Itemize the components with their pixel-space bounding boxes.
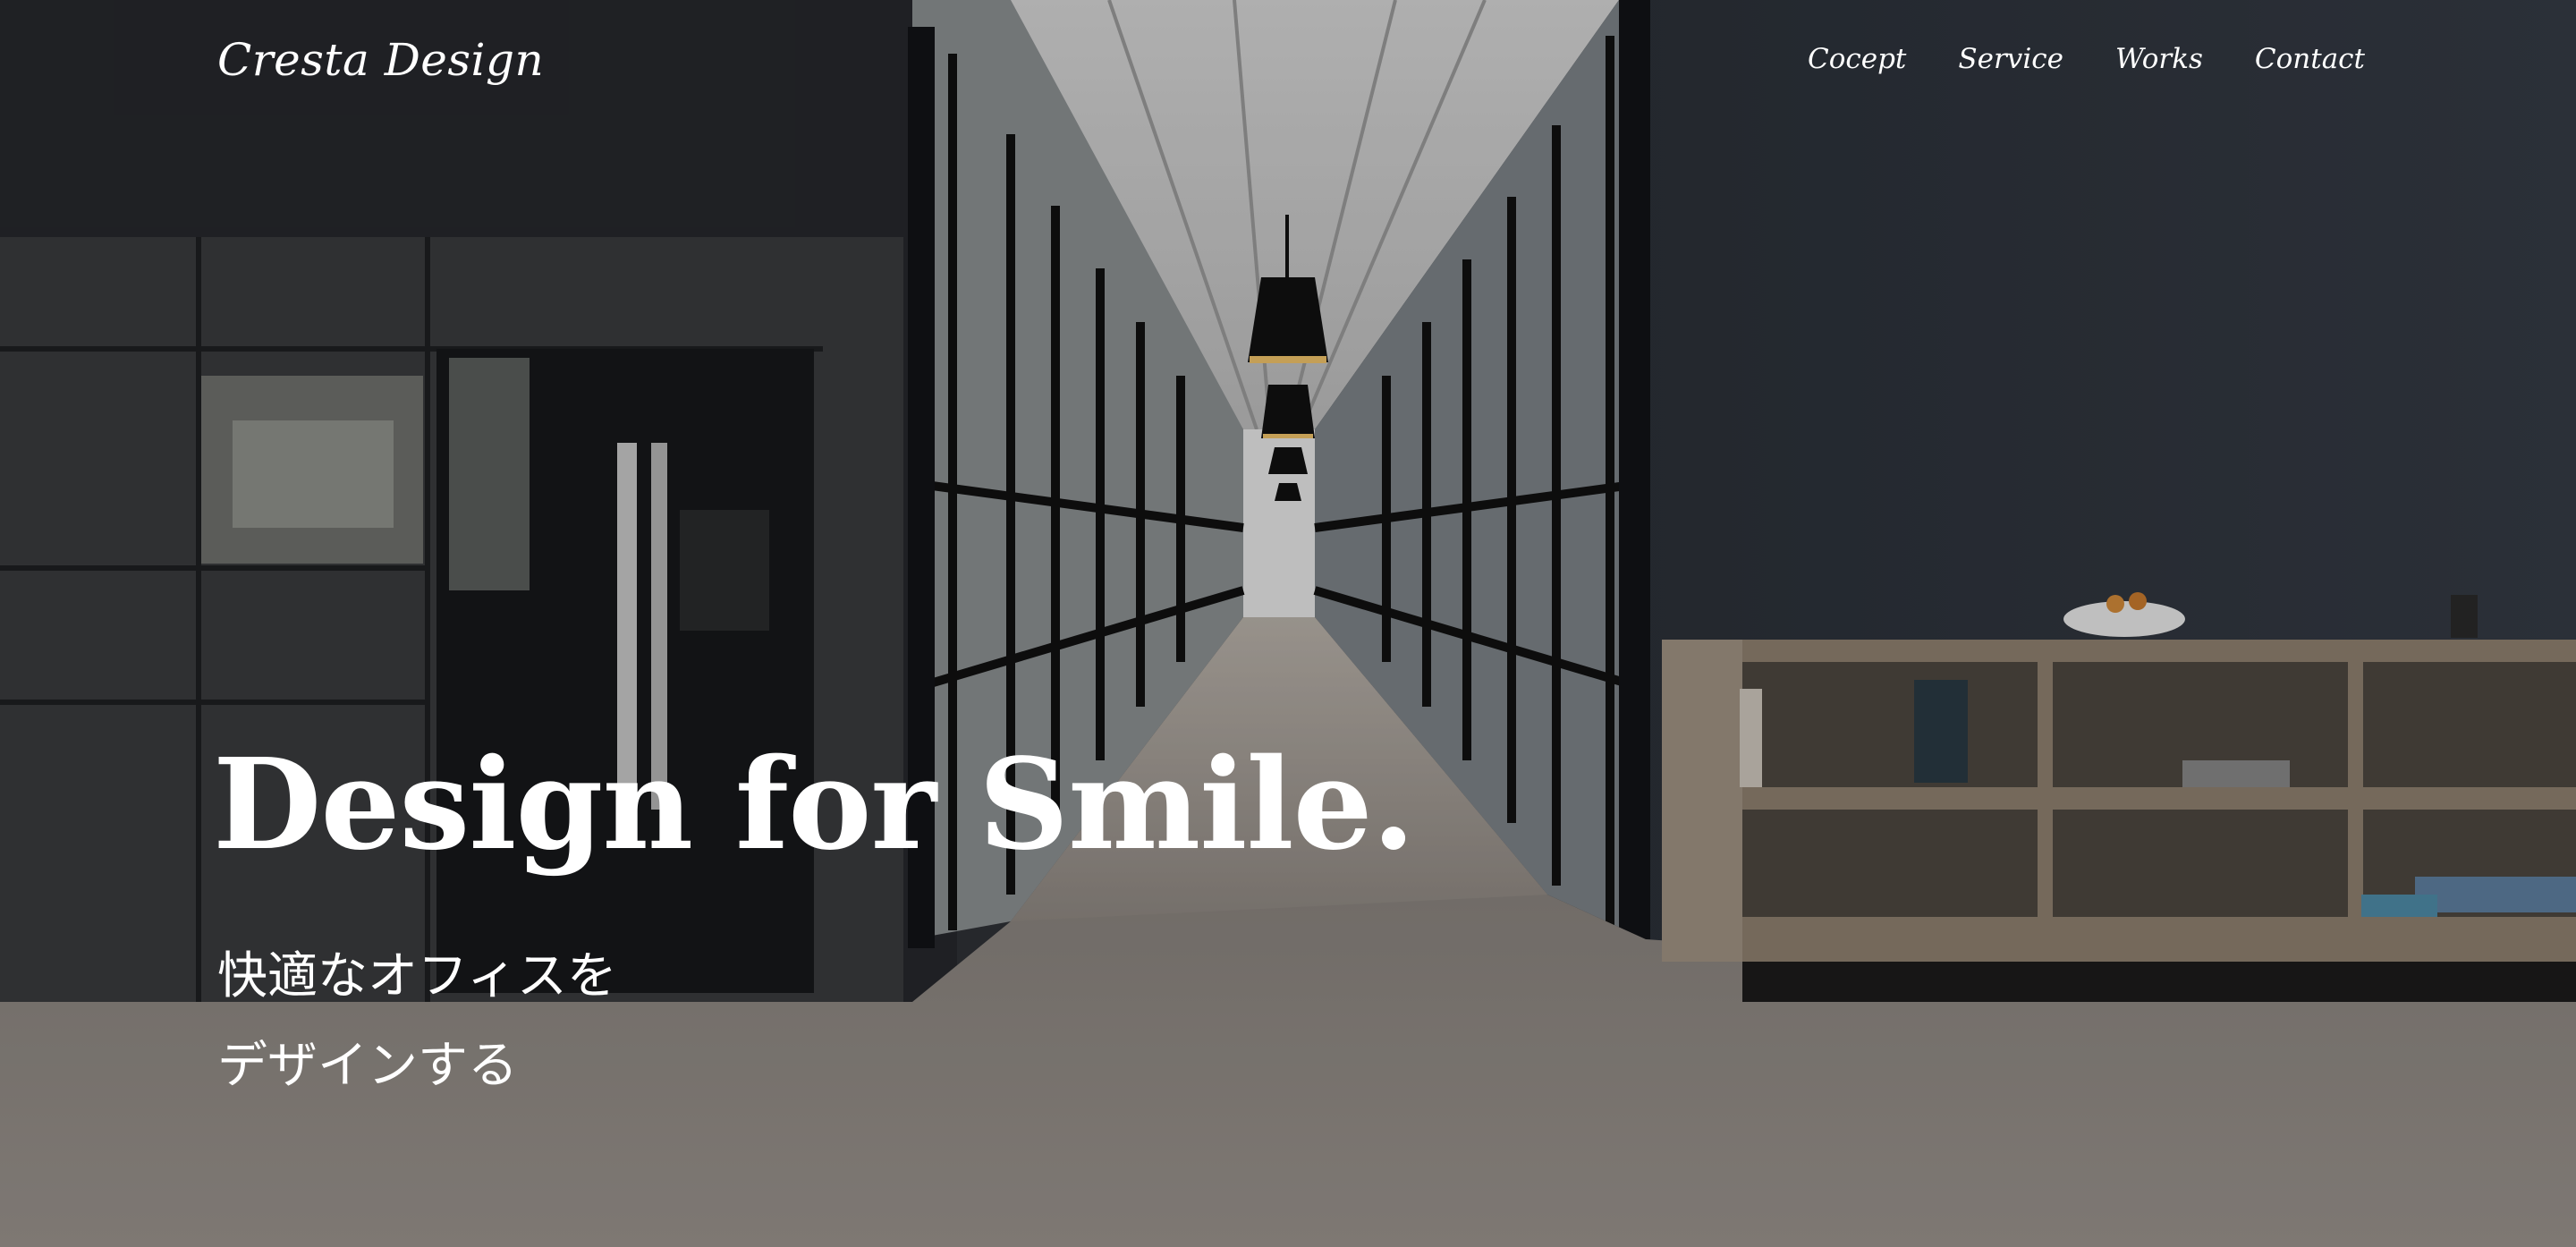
hero-subcopy-line-1: 快適なオフィスを (217, 947, 617, 1005)
nav-item-works[interactable]: Works (2115, 43, 2203, 75)
hero-subcopy: 快適なオフィスを デザインする (217, 932, 617, 1111)
nav-item-concept[interactable]: Cocept (1808, 43, 1906, 75)
site-header: Cresta Design Cocept Service Works Conta… (0, 0, 2576, 125)
global-nav: Cocept Service Works Contact (1808, 43, 2365, 75)
nav-item-service[interactable]: Service (1958, 43, 2063, 75)
hero-section: Cresta Design Cocept Service Works Conta… (0, 0, 2576, 1247)
site-logo-link[interactable]: Cresta Design (217, 34, 544, 86)
nav-item-contact[interactable]: Contact (2255, 43, 2365, 75)
hero-headline: Design for Smile. (213, 732, 1415, 878)
hero-subcopy-line-2: デザインする (217, 1037, 518, 1095)
